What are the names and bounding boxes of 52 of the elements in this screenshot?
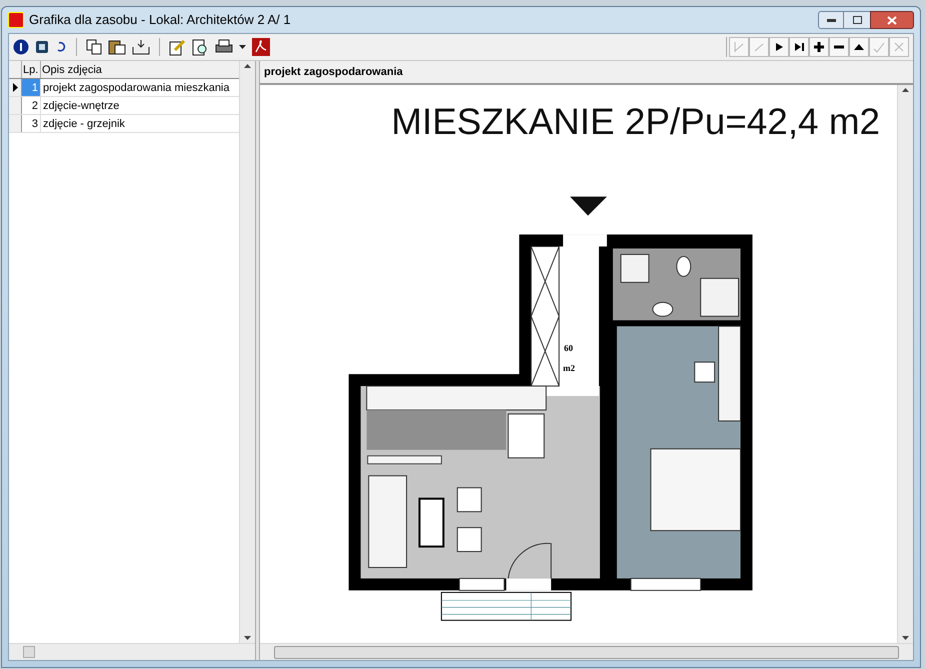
- plus-icon: [813, 41, 825, 53]
- scroll-down-icon[interactable]: [902, 636, 909, 640]
- table-cell: 3: [22, 115, 41, 132]
- edit-note-icon[interactable]: [169, 38, 186, 56]
- navigator-button[interactable]: [809, 37, 829, 57]
- area-unit: m2: [563, 363, 576, 374]
- play-icon: [773, 41, 785, 53]
- dropdown-caret-icon[interactable]: [239, 45, 246, 49]
- previous-record-icon: [753, 41, 765, 53]
- restore-icon: [852, 16, 862, 24]
- vertical-scrollbar[interactable]: [239, 61, 255, 643]
- scroll-up-icon[interactable]: [244, 64, 251, 68]
- window-title: Grafika dla zasobu - Lokal: Architektów 2 A/ 1: [29, 11, 291, 30]
- paste-icon[interactable]: [108, 39, 126, 55]
- minimize-button[interactable]: [818, 11, 844, 29]
- copy-icon[interactable]: [86, 39, 102, 55]
- cross-icon: [893, 41, 905, 53]
- close-button[interactable]: [870, 11, 914, 29]
- column-header[interactable]: Opis zdjęcia: [41, 61, 239, 78]
- minimize-icon: [826, 18, 836, 22]
- refresh-icon[interactable]: [55, 40, 67, 54]
- table-cell-text: zdjęcie - grzejnik: [42, 117, 126, 132]
- navigator-button[interactable]: [789, 37, 809, 57]
- plan-title: MIESZKANIE 2P/Pu=42,4 m2: [391, 100, 880, 142]
- maximize-button[interactable]: [844, 11, 870, 29]
- navigator-button[interactable]: [829, 37, 849, 57]
- checkmark-icon: [873, 41, 885, 53]
- horizontal-scrollbar[interactable]: [9, 643, 255, 660]
- entrance-arrow-icon: [570, 196, 607, 216]
- image-caption: projekt zagospodarowania: [264, 64, 403, 80]
- vertical-scrollbar[interactable]: [897, 85, 913, 643]
- navigator-button[interactable]: [769, 37, 789, 57]
- table-cell: 2: [22, 97, 41, 114]
- pdf-icon[interactable]: [252, 38, 270, 56]
- table-cell-text: projekt zagospodarowania mieszkania: [42, 81, 230, 96]
- scroll-up-icon[interactable]: [902, 88, 909, 92]
- area-value: 60: [564, 343, 574, 354]
- skip-to-end-icon: [793, 41, 805, 53]
- scroll-down-icon[interactable]: [244, 636, 251, 640]
- table-cell: 1: [22, 79, 41, 96]
- current-row-icon: [12, 83, 18, 92]
- row-indicator[interactable]: [9, 79, 22, 96]
- close-icon: [887, 16, 897, 24]
- navigator-button[interactable]: [849, 37, 869, 57]
- preview-icon[interactable]: [192, 38, 209, 56]
- horizontal-scrollbar[interactable]: [260, 643, 913, 660]
- column-header[interactable]: Lp.: [22, 61, 41, 78]
- printer-icon[interactable]: [215, 39, 233, 55]
- first-record-icon: [733, 41, 745, 53]
- table-cell-text: zdjęcie-wnętrze: [42, 99, 120, 114]
- app-logo-icon: [8, 12, 24, 28]
- import-icon[interactable]: [132, 39, 150, 55]
